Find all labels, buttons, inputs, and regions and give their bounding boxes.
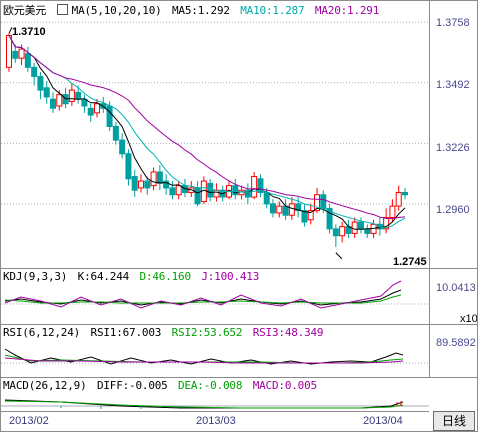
candle-body (351, 221, 358, 234)
chart-window: 欧元美元 MA(5,10,20,10) MA5:1.292 MA10:1.287… (0, 0, 478, 432)
ma10-line (8, 35, 406, 229)
kdj-panel[interactable]: KDJ(9,3,3) K:64.244 D:46.160 J:100.413 (1, 269, 429, 325)
candle-body (282, 205, 289, 216)
candle-body (24, 53, 31, 68)
candle-body (56, 94, 63, 107)
candle-body (6, 34, 12, 68)
candle-body (119, 139, 126, 155)
y-tick: 1.2960 (436, 204, 470, 216)
candle-body (169, 187, 176, 196)
y-tick: 1.3226 (436, 142, 470, 154)
candle-body (320, 194, 327, 209)
candle-body (270, 203, 276, 214)
rsi-tick: 89.5892 (436, 337, 476, 349)
candle-body (94, 103, 100, 114)
candle-body (175, 185, 182, 196)
y-tick: 1.3492 (436, 79, 470, 91)
candle-body (112, 125, 119, 141)
candle-body (144, 180, 151, 189)
candle-body (364, 228, 371, 234)
rsi-panel[interactable]: RSI(6,12,24) RSI1:67.003 RSI2:53.652 RSI… (1, 325, 429, 378)
candle-body (131, 176, 138, 191)
date-label: 2013/04 (363, 415, 403, 427)
candle-body (251, 176, 258, 198)
candle-body (106, 105, 113, 127)
candle-body (395, 191, 402, 207)
candle-body (156, 171, 163, 184)
y-tick: 1.3758 (436, 17, 470, 29)
candle-body (75, 91, 82, 100)
candle-body (207, 182, 214, 198)
candle-body (37, 75, 44, 91)
candle-body (339, 226, 346, 237)
candle-body (358, 221, 364, 230)
candle-body (332, 228, 339, 237)
candle-body (389, 205, 396, 218)
ma5-line (8, 35, 406, 230)
period-daily-button[interactable]: 日线 (433, 411, 475, 431)
kdj-scale: x10 (460, 313, 478, 325)
rsi-chart (1, 348, 429, 365)
candle-body (263, 191, 270, 205)
candle-body (12, 50, 19, 59)
candle-body (50, 98, 56, 109)
high-annotation: 1.3710 (12, 26, 46, 38)
candle-body (402, 191, 408, 196)
candle-body (31, 66, 38, 77)
macd-chart (1, 399, 429, 409)
candle-body (138, 180, 144, 189)
candle-body (301, 210, 308, 223)
date-label: 2013/02 (9, 415, 49, 427)
rsi-axis: 89.5892 (429, 325, 477, 378)
candle-body (150, 171, 157, 187)
kdj-axis: 10.0413 x10 (429, 269, 478, 325)
candle-body (43, 87, 50, 98)
low-pointer (335, 252, 343, 260)
price-panel[interactable]: 欧元美元 MA(5,10,20,10) MA5:1.292 MA10:1.287… (1, 1, 429, 269)
candle-body (87, 107, 94, 116)
low-annotation: 1.2745 (393, 256, 427, 268)
candle-body (18, 48, 25, 59)
price-axis: 1.3758 1.3492 1.3226 1.2960 (429, 1, 477, 269)
kdj-chart (1, 280, 429, 309)
candle-body (194, 187, 201, 205)
candle-body (125, 153, 132, 180)
candle-body (288, 203, 295, 216)
candle-body (68, 89, 75, 102)
price-chart (1, 21, 429, 260)
macd-panel[interactable]: MACD(26,12,9) DIFF:-0.005 DEA:-0.008 MAC… (1, 378, 429, 411)
date-label: 2013/03 (196, 415, 236, 427)
candle-body (276, 205, 283, 214)
kdj-tick: 10.0413 (436, 282, 476, 294)
